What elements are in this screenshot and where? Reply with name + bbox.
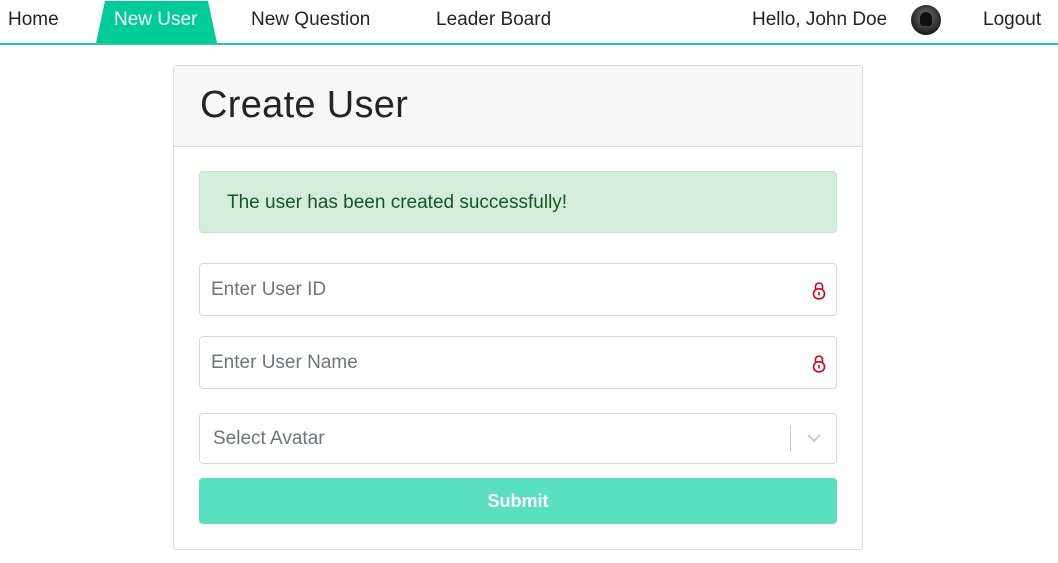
lock-icon — [812, 355, 826, 373]
lock-icon — [812, 282, 826, 300]
user-greeting: Hello, John Doe — [752, 9, 888, 30]
card-header: Create User — [174, 66, 862, 147]
user-avatar-icon — [911, 5, 941, 35]
avatar-select[interactable]: Select Avatar — [199, 413, 837, 464]
nav-new-question-link[interactable]: New Question — [251, 0, 370, 43]
chevron-down-icon[interactable] — [806, 432, 822, 444]
nav-new-user-link[interactable]: New User — [114, 0, 197, 43]
user-id-input[interactable] — [200, 264, 836, 315]
success-alert: The user has been created successfully! — [199, 171, 837, 233]
nav-leader-board-link[interactable]: Leader Board — [436, 0, 551, 43]
page-title: Create User — [200, 84, 409, 126]
submit-button[interactable]: Submit — [199, 478, 837, 524]
avatar-select-placeholder: Select Avatar — [213, 428, 325, 449]
top-nav: Home New User New Question Leader Board … — [0, 0, 1058, 45]
select-separator — [790, 425, 791, 452]
user-name-field-wrapper — [199, 336, 837, 389]
nav-home-link[interactable]: Home — [8, 0, 59, 43]
logout-link[interactable]: Logout — [983, 0, 1041, 43]
user-id-field-wrapper — [199, 263, 837, 316]
create-user-card: Create User The user has been created su… — [173, 65, 863, 550]
user-name-input[interactable] — [200, 337, 836, 388]
